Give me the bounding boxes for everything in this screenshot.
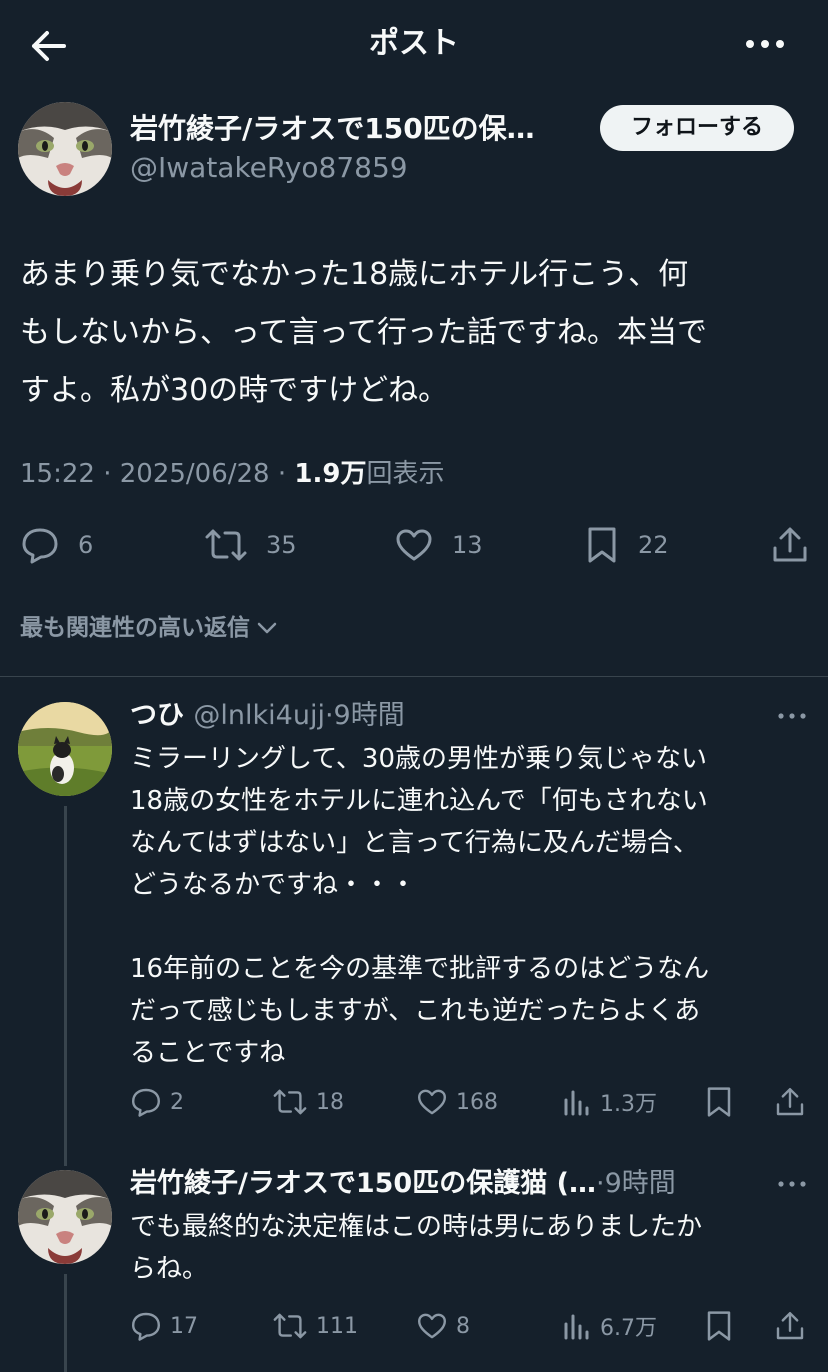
repost-button[interactable]: 35 [204, 520, 297, 570]
share-icon [776, 1088, 804, 1116]
reply-avatar[interactable] [18, 702, 112, 796]
reply-more-button[interactable] [776, 706, 808, 726]
bookmark-count: 22 [638, 531, 669, 559]
views-count: 6.7万 [600, 1316, 657, 1341]
reply-views-button[interactable]: 6.7万 [562, 1306, 657, 1346]
share-icon [773, 527, 807, 562]
thread-line [64, 806, 67, 1166]
more-horizontal-icon [778, 713, 806, 719]
reply-count: 17 [170, 1313, 198, 1339]
section-divider [0, 676, 828, 677]
author-name[interactable]: 岩竹綾子/ラオスで150匹の保… [130, 110, 535, 148]
reply-like-button[interactable]: 168 [416, 1082, 498, 1122]
reply-bookmark-button[interactable] [704, 1306, 734, 1346]
bar-chart-icon [564, 1314, 589, 1340]
top-bar: ポスト [0, 0, 828, 90]
like-count: 13 [452, 531, 483, 559]
author-avatar[interactable] [18, 102, 112, 196]
reply-text-line: 18歳の女性をホテルに連れ込んで「何もされない [130, 786, 708, 816]
reply-author-name[interactable]: 岩竹綾子/ラオスで150匹の保護猫 (… [130, 1168, 596, 1199]
repost-icon [273, 1089, 307, 1115]
reply-time[interactable]: 9時間 [334, 700, 405, 731]
reply-like-button[interactable]: 8 [416, 1306, 470, 1346]
reply-time[interactable]: 9時間 [605, 1168, 676, 1199]
reply-share-button[interactable] [774, 1082, 806, 1122]
chevron-down-icon [257, 622, 277, 634]
more-horizontal-icon [778, 1181, 806, 1187]
reply-header: つひ @lnlki4ujj·9時間 [130, 700, 405, 731]
like-count: 168 [456, 1089, 498, 1115]
reply-author-name[interactable]: つひ [130, 700, 184, 731]
cat-avatar-image [18, 102, 112, 196]
heart-icon [396, 529, 432, 561]
reply-reply-button[interactable]: 17 [130, 1306, 198, 1346]
repost-count: 18 [316, 1089, 344, 1115]
reply-share-button[interactable] [774, 1306, 806, 1346]
reply-bookmark-button[interactable] [704, 1082, 734, 1122]
views-count: 1.9万 [294, 459, 367, 489]
reply-repost-button[interactable]: 18 [272, 1082, 344, 1122]
post-text-line: すよ。私が30の時ですけどね。 [20, 373, 449, 408]
author-handle[interactable]: @IwatakeRyo87859 [130, 150, 408, 186]
views-count: 1.3万 [600, 1092, 657, 1117]
reply-text-line: ることですね [130, 1038, 286, 1068]
reply-reply-button[interactable]: 2 [130, 1082, 184, 1122]
reply-text-line: だって感じもしますが、これも逆だったらよくあ [130, 996, 701, 1026]
post-text-line: もしないから、って言って行った話ですね。本当で [20, 315, 707, 350]
post-actions: 6 35 13 22 [0, 520, 828, 570]
reply-button[interactable]: 6 [20, 520, 93, 570]
reply-more-button[interactable] [776, 1174, 808, 1194]
reply-icon [132, 1088, 160, 1117]
reply-text-line: ミラーリングして、30歳の男性が乗り気じゃない [130, 744, 708, 774]
bar-chart-icon [564, 1090, 589, 1116]
reply-count: 2 [170, 1089, 184, 1115]
follow-button[interactable]: フォローする [600, 105, 794, 151]
like-button[interactable]: 13 [394, 520, 483, 570]
post-date[interactable]: 2025/06/28 [120, 459, 270, 489]
reply-text: ミラーリングして、30歳の男性が乗り気じゃない 18歳の女性をホテルに連れ込んで… [130, 738, 810, 1074]
heart-icon [418, 1089, 446, 1115]
post-text: あまり乗り気でなかった18歳にホテル行こう、何 もしないから、って言って行った話… [20, 246, 810, 420]
more-horizontal-icon [746, 40, 784, 48]
reply-avatar[interactable] [18, 1170, 112, 1264]
bookmark-button[interactable]: 22 [584, 520, 669, 570]
reply-text-line: どうなるかですね・・・ [130, 870, 417, 900]
cat-avatar-image [18, 1170, 112, 1264]
reply-text-line: らね。 [130, 1254, 209, 1284]
like-count: 8 [456, 1313, 470, 1339]
reply-text-line: でも最終的な決定権はこの時は男にありましたか [130, 1212, 703, 1242]
reply-text: でも最終的な決定権はこの時は男にありましたか らね。 [130, 1206, 810, 1290]
cat-field-avatar-image [18, 702, 112, 796]
bookmark-icon [707, 1311, 731, 1341]
bookmark-icon [707, 1087, 731, 1117]
repost-icon [205, 529, 247, 561]
share-button[interactable] [770, 520, 810, 570]
more-button[interactable] [744, 28, 788, 60]
reply-repost-button[interactable]: 111 [272, 1306, 358, 1346]
repost-icon [273, 1313, 307, 1339]
reply-header: 岩竹綾子/ラオスで150匹の保護猫 (…·9時間 [130, 1168, 676, 1199]
post-text-line: あまり乗り気でなかった18歳にホテル行こう、何 [20, 257, 689, 292]
views-label: 回表示 [366, 459, 445, 489]
reply-text-line: 16年前のことを今の基準で批評するのはどうなん [130, 954, 710, 984]
reply-sort-dropdown[interactable]: 最も関連性の高い返信 [20, 610, 280, 646]
reply-text-line: なんてはずはない」と言って行為に及んだ場合、 [130, 828, 699, 858]
reply-author-handle[interactable]: @lnlki4ujj [193, 700, 325, 731]
bookmark-icon [588, 527, 616, 563]
heart-icon [418, 1313, 446, 1339]
reply-sort-label: 最も関連性の高い返信 [20, 615, 250, 641]
thread-line [64, 1274, 67, 1372]
repost-count: 111 [316, 1313, 358, 1339]
share-icon [776, 1312, 804, 1340]
reply-text-line [130, 906, 810, 948]
reply-count: 6 [78, 531, 94, 559]
post-time[interactable]: 15:22 [20, 459, 95, 489]
reply-icon [22, 528, 58, 564]
page-title: ポスト [369, 26, 459, 61]
reply-icon [132, 1312, 160, 1341]
repost-count: 35 [266, 531, 297, 559]
reply-views-button[interactable]: 1.3万 [562, 1082, 657, 1122]
post-meta: 15:22 · 2025/06/28 · 1.9万回表示 [20, 459, 445, 489]
